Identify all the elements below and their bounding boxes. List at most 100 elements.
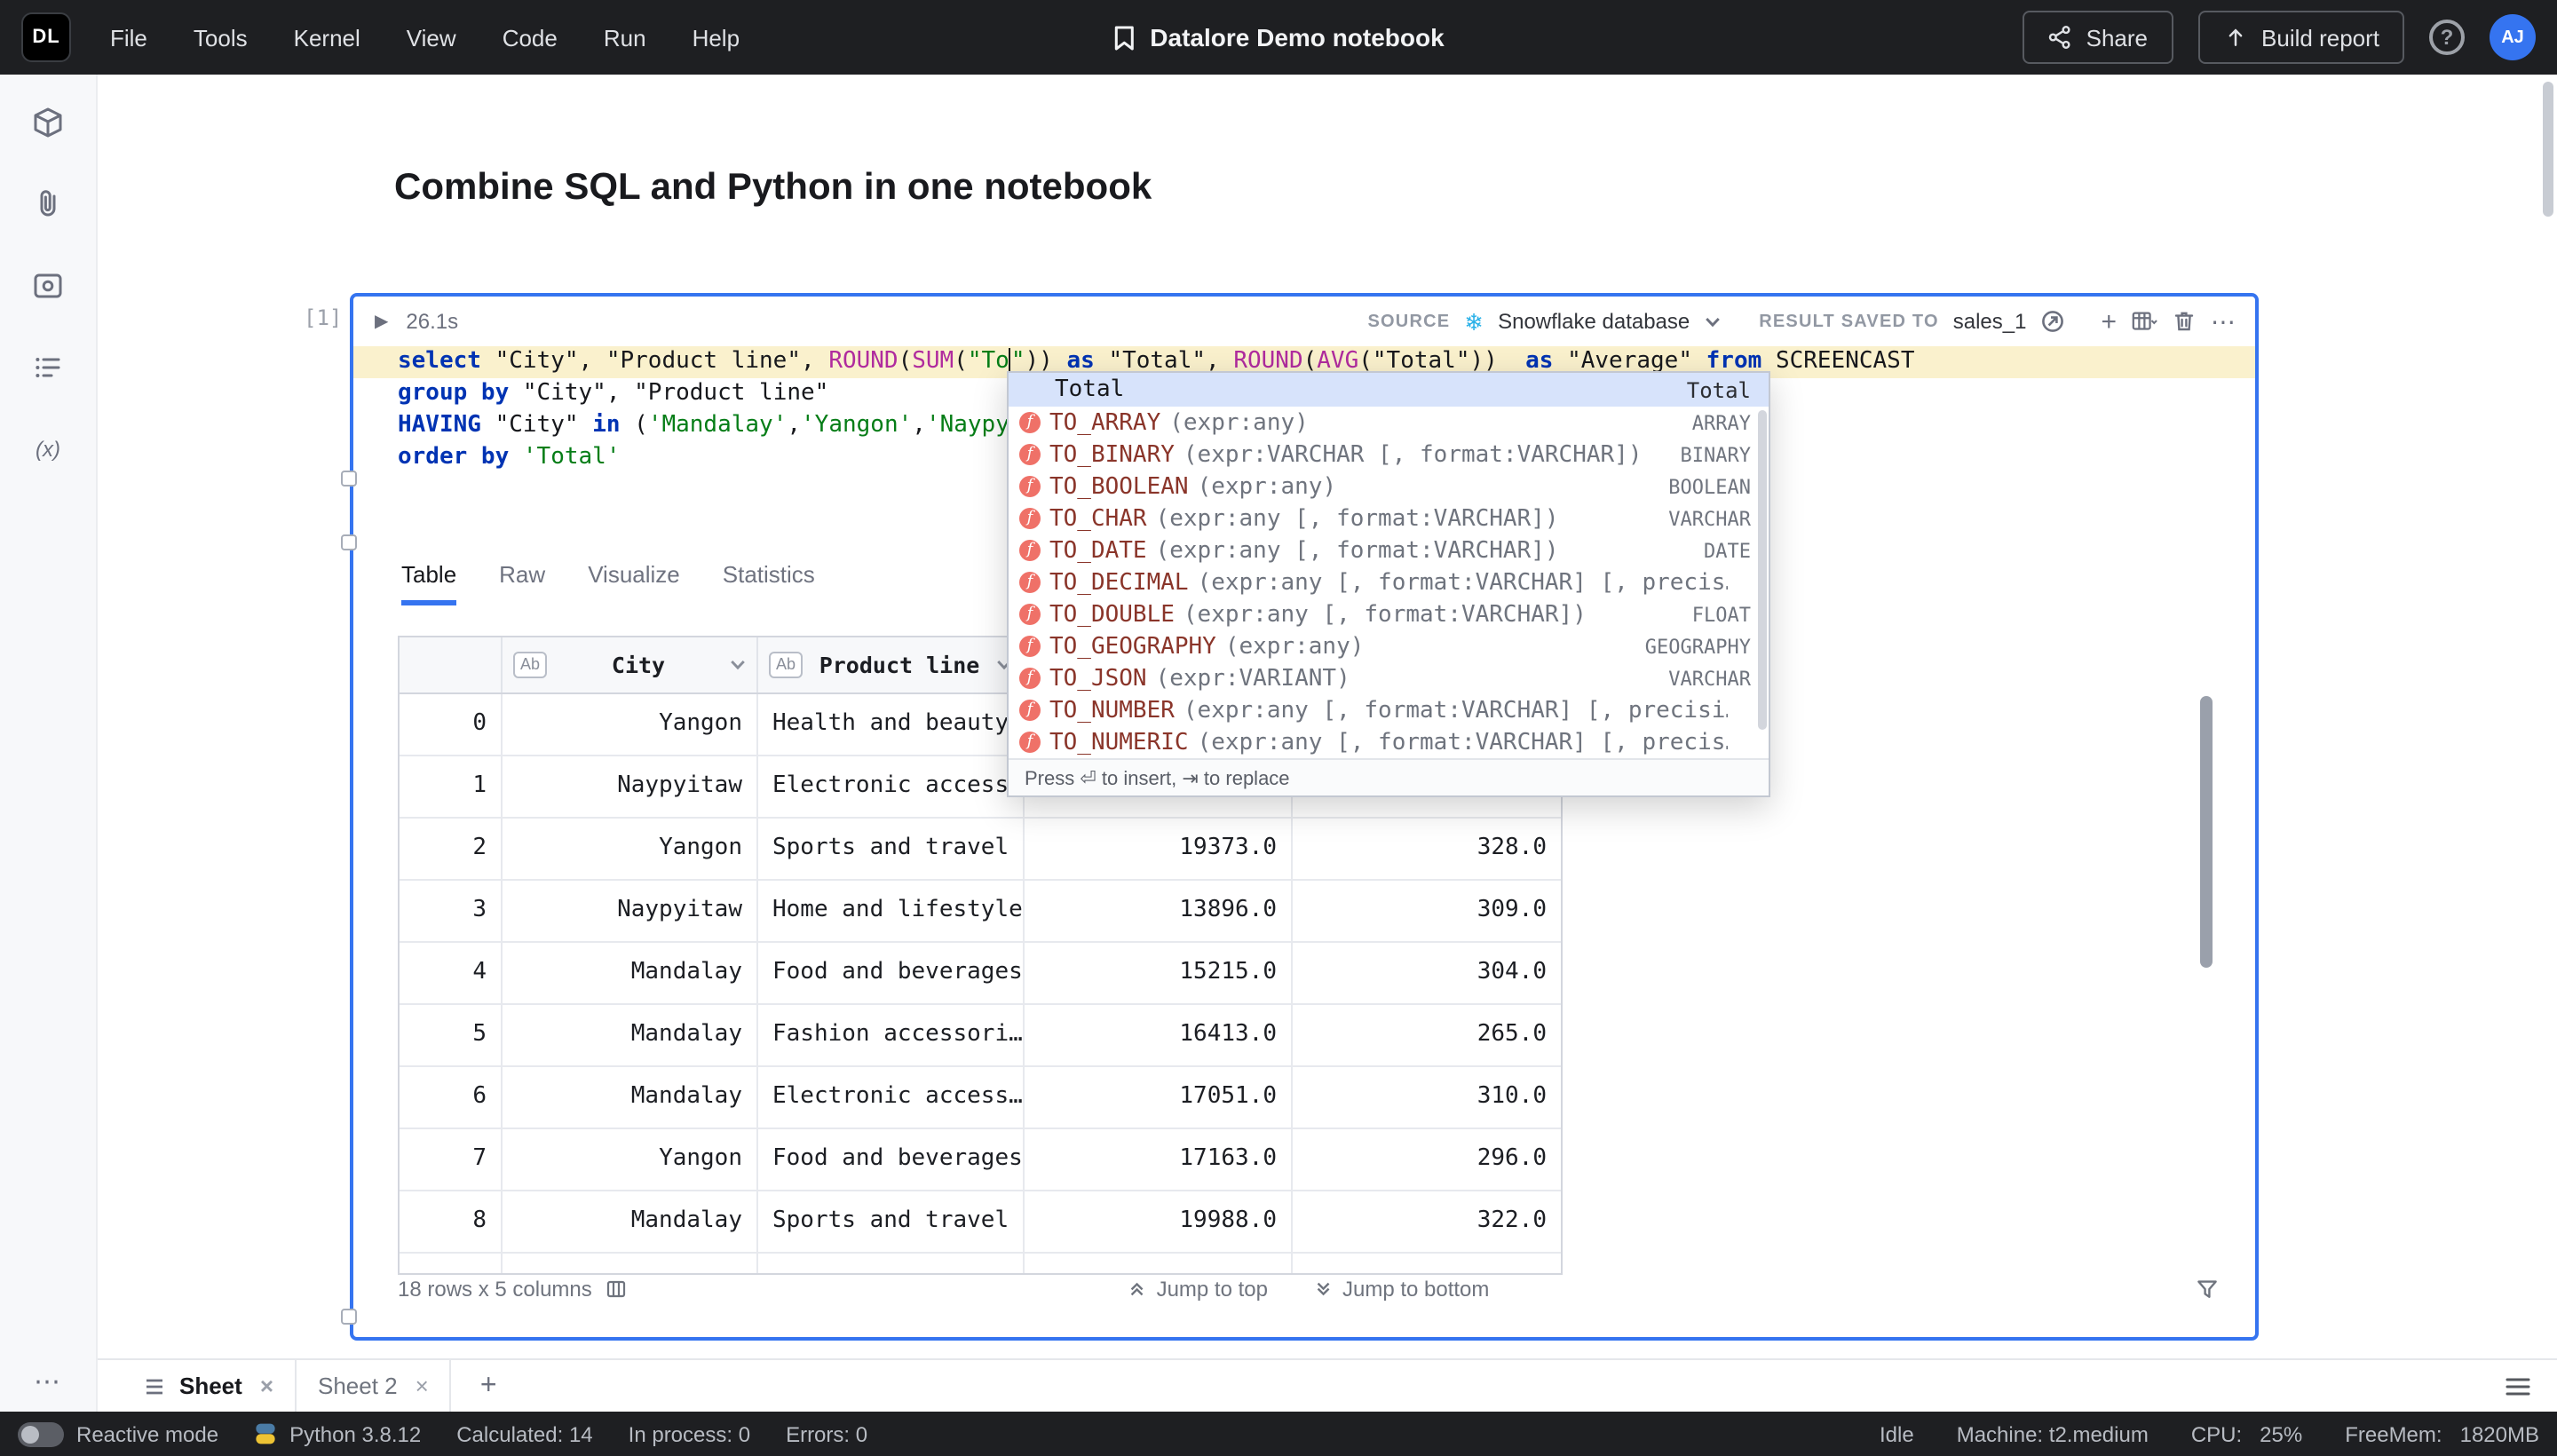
kernel-version[interactable]: Python 3.8.12 [289, 1421, 421, 1446]
close-sheet-icon[interactable]: × [416, 1373, 429, 1399]
jump-to-top-button[interactable]: Jump to top [1128, 1277, 1268, 1302]
columns-icon[interactable] [606, 1278, 628, 1300]
main-scrollbar[interactable] [2543, 82, 2553, 217]
column-header-product-line[interactable]: Ab Product line [758, 637, 1025, 692]
autocomplete-item[interactable]: f TO_JSON (expr:VARIANT) VARCHAR [1009, 662, 1769, 694]
menu-file[interactable]: File [110, 24, 147, 51]
autocomplete-scrollbar[interactable] [1758, 410, 1767, 730]
table-row: 6 Mandalay Electronic access… 17051.0 310.0 [400, 1067, 1561, 1129]
cpu-value: 25% [2260, 1421, 2303, 1446]
sidebar-more-icon[interactable]: ⋯ [0, 1365, 96, 1397]
cpu-label: CPU: [2190, 1421, 2243, 1446]
autocomplete-item[interactable]: f TO_BOOLEAN (expr:any) BOOLEAN [1009, 471, 1769, 502]
integrations-icon[interactable] [28, 266, 67, 305]
function-icon: f [1019, 732, 1041, 753]
cell-menu-icon[interactable]: ⋯ [2211, 306, 2237, 336]
in-process-count: In process: 0 [628, 1421, 751, 1446]
table-row: 4 Mandalay Food and beverages 15215.0 304.0 [400, 943, 1561, 1005]
double-chevron-up-icon [1130, 1282, 1144, 1296]
function-icon: f [1019, 700, 1041, 721]
statusbar: Reactive mode Python 3.8.12 Calculated: … [0, 1412, 2557, 1456]
add-sheet-button[interactable]: + [480, 1371, 497, 1400]
autocomplete-item[interactable]: f TO_GEOGRAPHY (expr:any) GEOGRAPHY [1009, 630, 1769, 662]
function-icon: f [1019, 444, 1041, 465]
menu-kernel[interactable]: Kernel [294, 24, 360, 51]
outline-icon[interactable] [28, 348, 67, 387]
autocomplete-item[interactable]: f TO_DATE (expr:any [, format:VARCHAR]) DAT… [1009, 534, 1769, 566]
cell-handle[interactable] [341, 1309, 357, 1325]
autocomplete-selected-label: Total [1055, 376, 1125, 403]
sheet-list-icon[interactable] [2504, 1373, 2532, 1398]
menu-tools[interactable]: Tools [194, 24, 248, 51]
close-sheet-icon[interactable]: × [260, 1373, 273, 1399]
filter-icon[interactable] [2195, 1277, 2220, 1302]
autocomplete-hint: Press ⏎ to insert, ⇥ to replace [1009, 758, 1769, 795]
sheet-menu-icon[interactable] [144, 1375, 165, 1397]
machine-type[interactable]: Machine: t2.medium [1957, 1421, 2149, 1446]
sheet-tab-sheet-2[interactable]: Sheet 2 × [297, 1360, 452, 1412]
attachments-icon[interactable] [28, 185, 67, 224]
autocomplete-item-selected[interactable]: Total Total [1009, 373, 1769, 407]
double-chevron-down-icon [1317, 1282, 1329, 1296]
autocomplete-selected-type: Total [1686, 377, 1751, 402]
table-summary: 18 rows x 5 columns [398, 1277, 592, 1302]
freemem-label: FreeMem: [2345, 1421, 2442, 1446]
cell-handle[interactable] [341, 471, 357, 487]
tab-raw[interactable]: Raw [499, 561, 545, 605]
menu-view[interactable]: View [407, 24, 456, 51]
tab-visualize[interactable]: Visualize [588, 561, 680, 605]
menu-code[interactable]: Code [503, 24, 558, 51]
menu-help[interactable]: Help [693, 24, 740, 51]
environment-icon[interactable] [28, 103, 67, 142]
autocomplete-item[interactable]: f TO_DECIMAL (expr:any [, format:VARCHAR] … [1009, 566, 1769, 598]
autocomplete-list: f TO_ARRAY (expr:any) ARRAY f TO_BINARY (expr:… [1009, 407, 1769, 758]
share-button[interactable]: Share [2022, 11, 2173, 64]
function-icon: f [1019, 604, 1041, 625]
build-report-icon [2228, 28, 2242, 46]
result-saved-label: RESULT SAVED TO [1759, 312, 1939, 331]
autocomplete-item[interactable]: f TO_CHAR (expr:any [, format:VARCHAR]) VAR… [1009, 502, 1769, 534]
tab-table[interactable]: Table [401, 561, 457, 605]
topbar: DL File Tools Kernel View Code Run Help Datalo… [0, 0, 2557, 75]
avatar[interactable]: AJ [2490, 14, 2536, 60]
function-icon: f [1019, 668, 1041, 689]
source-selector[interactable]: Snowflake database [1498, 309, 1690, 334]
result-table-name[interactable]: sales_1 [1953, 309, 2027, 334]
build-report-button[interactable]: Build report [2197, 11, 2404, 64]
function-icon: f [1019, 508, 1041, 529]
table-scrollbar[interactable] [2200, 696, 2213, 968]
datalore-app: DL File Tools Kernel View Code Run Help Datalo… [0, 0, 2557, 1456]
delete-cell-icon[interactable] [2172, 309, 2197, 334]
cell-toolbar: ▶ 26.1s SOURCE ❄ Snowflake database RESU… [353, 300, 2255, 343]
add-cell-icon[interactable]: + [2101, 308, 2117, 335]
run-cell-button[interactable]: ▶ [375, 312, 388, 331]
table-footer: 18 rows x 5 columns Jump to top Jump to … [398, 1266, 2220, 1312]
autocomplete-item[interactable]: f TO_DOUBLE (expr:any [, format:VARCHAR]) F… [1009, 598, 1769, 630]
variables-icon[interactable]: (x) [28, 430, 67, 469]
column-header-city[interactable]: Ab City [503, 637, 758, 692]
cell-handle[interactable] [341, 534, 357, 550]
table-row: 7 Yangon Food and beverages 17163.0 296.0 [400, 1129, 1561, 1191]
result-tabs: Table Raw Visualize Statistics [401, 561, 815, 605]
jump-to-bottom-button[interactable]: Jump to bottom [1314, 1277, 1489, 1302]
autocomplete-item[interactable]: f TO_NUMBER (expr:any [, format:VARCHAR] [… [1009, 694, 1769, 726]
source-label: SOURCE [1367, 312, 1451, 331]
chevron-down-icon[interactable] [730, 659, 746, 671]
build-report-label: Build report [2261, 24, 2379, 51]
table-row: 8 Mandalay Sports and travel 19988.0 322.0 [400, 1191, 1561, 1254]
result-link-icon[interactable] [2040, 309, 2065, 334]
menu-run[interactable]: Run [604, 24, 646, 51]
topbar-actions: Share Build report ? AJ [2022, 11, 2536, 64]
autocomplete-item[interactable]: f TO_BINARY (expr:VARCHAR [, format:VARCHA… [1009, 439, 1769, 471]
table-options-icon[interactable] [2131, 309, 2157, 334]
autocomplete-item[interactable]: f TO_ARRAY (expr:any) ARRAY [1009, 407, 1769, 439]
function-icon: f [1019, 412, 1041, 433]
datalore-logo[interactable]: DL [21, 12, 71, 62]
chevron-down-icon[interactable] [1704, 315, 1720, 328]
autocomplete-item[interactable]: f TO_NUMERIC (expr:any [, format:VARCHAR] … [1009, 726, 1769, 758]
reactive-mode-toggle[interactable] [18, 1421, 64, 1446]
type-badge: Ab [513, 652, 548, 678]
sheet-tab-sheet[interactable]: Sheet × [123, 1360, 297, 1412]
tab-statistics[interactable]: Statistics [723, 561, 815, 605]
help-button[interactable]: ? [2429, 20, 2465, 55]
